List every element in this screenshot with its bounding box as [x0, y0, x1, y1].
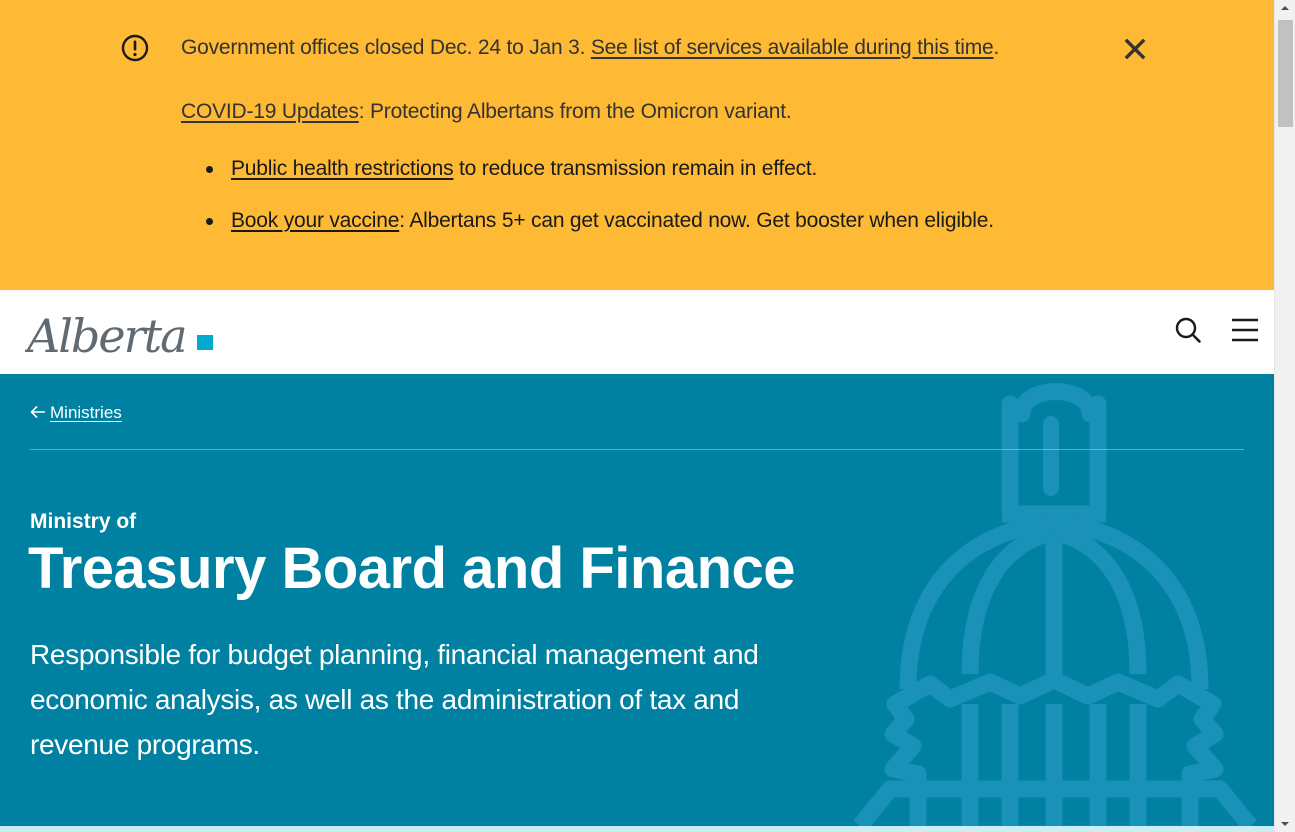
- alert-bullet-restrictions-text: to reduce transmission remain in effect.: [453, 157, 818, 180]
- bottom-strip: [0, 826, 1274, 832]
- alert-covid-text: : Protecting Albertans from the Omicron …: [358, 100, 792, 123]
- alert-office-closure-text: Government offices closed Dec. 24 to Jan…: [181, 36, 591, 59]
- hamburger-menu-icon[interactable]: [1230, 316, 1260, 344]
- ministry-eyebrow: Ministry of: [30, 510, 137, 533]
- scroll-down-arrow-icon[interactable]: [1275, 815, 1295, 832]
- alert-banner: Government offices closed Dec. 24 to Jan…: [0, 0, 1274, 290]
- covid-updates-link[interactable]: COVID-19 Updates: [181, 100, 359, 123]
- hero-divider: [30, 449, 1244, 450]
- ministry-hero: Ministries Ministry of Treasury Board an…: [0, 374, 1274, 826]
- alert-office-closure: Government offices closed Dec. 24 to Jan…: [181, 34, 999, 62]
- alert-bullet-vaccine-text: : Albertans 5+ can get vaccinated now. G…: [399, 209, 994, 232]
- book-vaccine-link[interactable]: Book your vaccine: [231, 209, 399, 232]
- services-list-link[interactable]: See list of services available during th…: [591, 36, 994, 59]
- alert-bullet-restrictions: Public health restrictions to reduce tra…: [205, 155, 818, 183]
- search-icon[interactable]: [1174, 316, 1202, 344]
- close-icon[interactable]: [1122, 36, 1148, 62]
- logo-accent-square: [197, 335, 213, 350]
- arrow-left-icon: [30, 405, 45, 419]
- scroll-up-arrow-icon[interactable]: [1275, 0, 1295, 17]
- ministry-description: Responsible for budget planning, financi…: [30, 639, 759, 760]
- ministries-breadcrumb-link[interactable]: Ministries: [50, 403, 122, 422]
- breadcrumb: Ministries: [30, 402, 122, 424]
- exclamation-circle-icon: [121, 34, 149, 62]
- alert-bullet-vaccine: Book your vaccine: Albertans 5+ can get …: [206, 207, 994, 235]
- scrollbar-thumb[interactable]: [1278, 20, 1293, 127]
- legislature-dome-icon: [853, 383, 1257, 826]
- page: Government offices closed Dec. 24 to Jan…: [0, 0, 1274, 832]
- page-title: Treasury Board and Finance: [28, 536, 796, 601]
- alberta-logo[interactable]: Alberta: [25, 303, 215, 359]
- alert-office-closure-end: .: [993, 36, 1000, 59]
- public-health-restrictions-link[interactable]: Public health restrictions: [231, 157, 454, 180]
- vertical-scrollbar[interactable]: [1274, 0, 1295, 832]
- alert-covid-updates: COVID-19 Updates: Protecting Albertans f…: [181, 98, 792, 126]
- logo-wordmark: Alberta: [25, 309, 186, 359]
